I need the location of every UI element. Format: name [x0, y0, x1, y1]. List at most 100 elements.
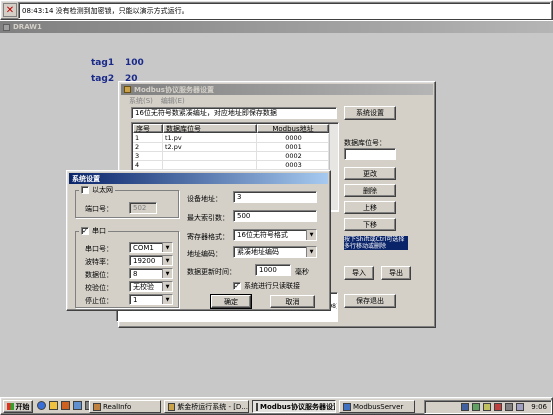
folder-icon[interactable] [49, 401, 58, 410]
clock[interactable]: 9:06 [531, 403, 547, 411]
refresh-time-input[interactable]: 1000 [255, 264, 291, 276]
task-modbus-server[interactable]: ModbusServer [339, 400, 415, 413]
delete-button[interactable]: 删除 [344, 184, 396, 197]
col-header-tag[interactable]: 数据库位号 [163, 124, 257, 133]
table-cell: 4 [133, 161, 163, 169]
serial-checkbox-row[interactable]: ✓ 串口 [79, 226, 108, 236]
start-label: 开始 [15, 402, 30, 411]
table-row[interactable]: 1 t1.pv 0000 [133, 134, 329, 143]
ethernet-checkbox-row[interactable]: 以太网 [79, 185, 115, 195]
modbus-window-title: Modbus协议服务器设置 [134, 85, 214, 94]
register-format-select[interactable]: 16位无符号格式 ▼ [233, 229, 317, 241]
serial-field-label: 串口号： [85, 245, 113, 253]
chevron-down-icon[interactable]: ▼ [162, 269, 172, 278]
volume-icon[interactable] [483, 403, 492, 411]
serial-checkbox[interactable]: ✓ [81, 227, 89, 235]
db-tag-label: 数据库位号： [344, 139, 386, 147]
tag2-label: tag2 [91, 74, 115, 84]
chevron-down-icon[interactable]: ▼ [306, 247, 316, 257]
start-button[interactable]: 开始 [3, 400, 33, 413]
modbus-window-titlebar: Modbus协议服务器设置 [121, 84, 433, 95]
ethernet-label: 以太网 [92, 186, 113, 194]
register-format-label: 寄存器格式： [187, 233, 229, 241]
col-header-index[interactable]: 序号 [133, 124, 163, 133]
serial-field-select[interactable]: COM1 ▼ [129, 242, 173, 253]
cancel-button[interactable]: 取消 [270, 295, 315, 308]
task-label: Modbus协议服务器设置 [260, 402, 336, 411]
device-address-input[interactable]: 3 [233, 191, 317, 203]
chevron-down-icon[interactable]: ▼ [162, 256, 172, 265]
warning-banner: ✕ 08:43:14 没有检测到加密锁，只能以演示方式运行。 [0, 0, 553, 20]
max-index-input[interactable]: 500 [233, 210, 317, 222]
serial-field-value: 8 [133, 269, 138, 278]
table-cell [163, 161, 257, 169]
device-address-label: 设备地址： [187, 195, 222, 203]
move-down-button[interactable]: 下移 [344, 218, 396, 231]
menu-edit[interactable]: 编辑(E) [161, 96, 185, 105]
table-row[interactable]: 2 t2.pv 0001 [133, 143, 329, 152]
security-icon[interactable] [494, 403, 503, 411]
change-button[interactable]: 更改 [344, 167, 396, 180]
readonly-checkbox-row[interactable]: ✓ 系统进行只读联接 [233, 281, 300, 291]
window-icon [3, 23, 10, 31]
table-cell: 0002 [257, 152, 329, 160]
task-modbus-settings[interactable]: Modbus协议服务器设置 [252, 400, 336, 413]
serial-field-value: COM1 [133, 243, 154, 252]
table-row[interactable]: 4 0003 [133, 161, 329, 170]
app-icon [93, 402, 101, 411]
system-settings-dialog: 系统设置 以太网 端口号： 502 ✓ 串口 串口号： COM1 ▼ 波特率： 1920… [66, 170, 331, 311]
chevron-down-icon[interactable]: ▼ [162, 243, 172, 252]
serial-field-select[interactable]: 无校验 ▼ [129, 281, 173, 292]
serial-field-value: 1 [133, 295, 138, 304]
tray-app-icon[interactable] [505, 403, 514, 411]
task-label: RealInfo [103, 402, 132, 411]
table-cell: 1 [133, 134, 163, 142]
move-up-button[interactable]: 上移 [344, 201, 396, 214]
col-header-address[interactable]: Modbus地址 [257, 124, 329, 133]
desktop-icon[interactable] [73, 401, 82, 410]
task-label: ModbusServer [353, 402, 404, 411]
import-button[interactable]: 导入 [344, 266, 374, 280]
export-button[interactable]: 导出 [381, 266, 411, 280]
chevron-down-icon[interactable]: ▼ [162, 282, 172, 291]
language-icon[interactable] [461, 403, 470, 411]
system-settings-button[interactable]: 系统设置 [344, 106, 396, 120]
table-cell: 0001 [257, 143, 329, 151]
address-mode-label: 地址编码： [187, 250, 222, 258]
task-realinfo[interactable]: RealInfo [89, 400, 161, 413]
media-player-icon[interactable] [61, 401, 70, 410]
ethernet-checkbox[interactable] [81, 186, 89, 194]
network-icon[interactable] [472, 403, 481, 411]
table-row[interactable]: 3 0002 [133, 152, 329, 161]
menu-system[interactable]: 系统(S) [129, 96, 153, 105]
ie-icon[interactable] [37, 401, 46, 410]
serial-field-select[interactable]: 1 ▼ [129, 294, 173, 305]
task-runtime-system[interactable]: 紫金桥运行系统 - [D... [164, 400, 249, 413]
serial-field-value: 19200 [133, 256, 156, 265]
modbus-menubar: 系统(S) 编辑(E) [123, 96, 433, 105]
serial-field-select[interactable]: 8 ▼ [129, 268, 173, 279]
task-label: 紫金桥运行系统 - [D... [177, 402, 248, 411]
app-icon [343, 402, 351, 411]
save-exit-button[interactable]: 保存退出 [344, 294, 396, 308]
port-input[interactable]: 502 [129, 202, 157, 214]
db-tag-input[interactable] [344, 148, 396, 160]
tray-app-icon[interactable] [516, 403, 525, 411]
serial-field-select[interactable]: 19200 ▼ [129, 255, 173, 266]
table-cell: t1.pv [163, 134, 257, 142]
ok-button[interactable]: 确定 [210, 294, 252, 309]
multi-select-help: 按下Shift或Ctrl可选择多行移动或删除 [344, 236, 408, 250]
close-icon[interactable]: ✕ [3, 3, 17, 17]
serial-field-value: 无校验 [133, 282, 154, 291]
draw-window-title: DRAW1 [13, 23, 42, 31]
tag1-value: 100 [125, 58, 144, 68]
chevron-down-icon[interactable]: ▼ [306, 230, 316, 240]
register-format-value: 16位无符号格式 [237, 231, 288, 239]
address-mode-select[interactable]: 紧凑地址编码 ▼ [233, 246, 317, 258]
draw-window-titlebar: DRAW1 [0, 21, 553, 33]
readonly-checkbox[interactable]: ✓ [233, 282, 241, 290]
app-icon [168, 402, 176, 411]
table-cell: 0000 [257, 134, 329, 142]
serial-field-label: 波特率： [85, 258, 113, 266]
chevron-down-icon[interactable]: ▼ [162, 295, 172, 304]
